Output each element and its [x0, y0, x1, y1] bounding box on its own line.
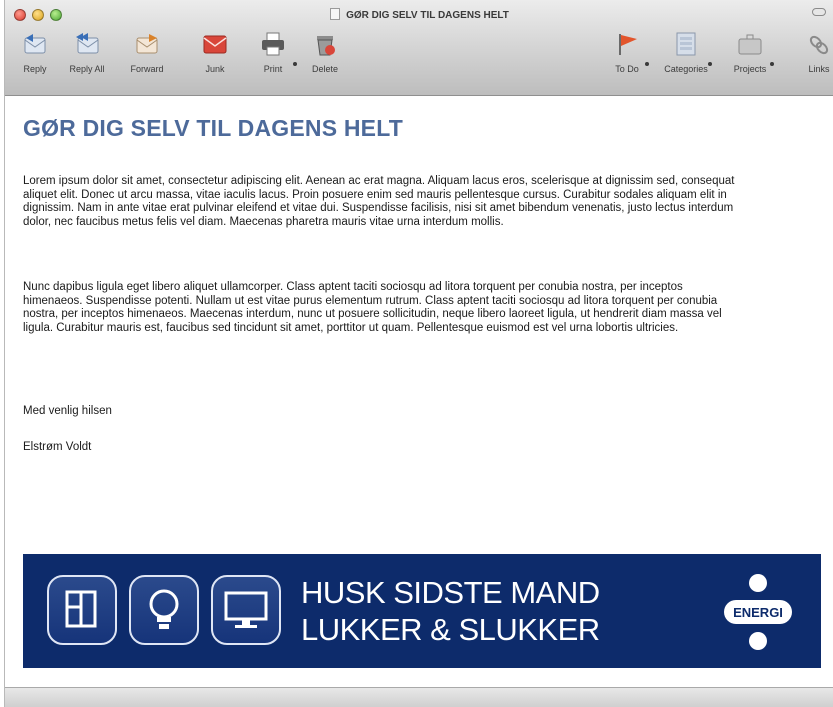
todo-label: To Do: [615, 64, 639, 74]
mail-window: GØR DIG SELV TIL DAGENS HELT Reply Reply…: [4, 0, 833, 707]
banner-slogan-line-1: HUSK SIDSTE MAND: [301, 575, 600, 610]
document-icon: [330, 8, 341, 20]
link-icon: [809, 35, 829, 55]
window-bottom-bar: [5, 687, 833, 707]
energi-logo-text: ENERGI: [733, 605, 783, 620]
links-label: Links: [808, 64, 830, 74]
message-greeting: Med venlig hilsen: [23, 405, 112, 417]
reply-all-icon: [76, 33, 99, 54]
categories-icon: [676, 32, 696, 56]
forward-label: Forward: [130, 64, 164, 74]
printer-icon: [262, 32, 284, 56]
forward-icon: [136, 34, 158, 54]
banner-slogan-line-2: LUKKER & SLUKKER: [301, 612, 600, 647]
delete-label: Delete: [311, 64, 338, 74]
print-button[interactable]: Print: [255, 30, 291, 84]
trash-icon: [317, 36, 335, 56]
junk-button[interactable]: Junk: [193, 30, 237, 84]
todo-dropdown-indicator[interactable]: [645, 62, 649, 66]
projects-label: Projects: [733, 64, 767, 74]
energi-logo: ENERGI: [724, 574, 792, 650]
briefcase-icon: [738, 34, 762, 55]
print-label: Print: [263, 64, 283, 74]
toolbar-toggle-button[interactable]: [812, 8, 826, 16]
energy-banner: HUSK SIDSTE MAND LUKKER & SLUKKER ENERGI: [23, 554, 821, 668]
message-body: GØR DIG SELV TIL DAGENS HELT Lorem ipsum…: [5, 97, 833, 687]
categories-label: Categories: [664, 64, 708, 74]
message-paragraph-1: Lorem ipsum dolor sit amet, consectetur …: [23, 175, 735, 228]
todo-button[interactable]: To Do: [605, 30, 649, 84]
monitor-icon: [211, 575, 281, 645]
window-title: GØR DIG SELV TIL DAGENS HELT: [346, 10, 509, 21]
window-icon: [47, 575, 117, 645]
junk-label: Junk: [205, 64, 225, 74]
junk-mail-icon: [203, 35, 227, 54]
reply-all-button[interactable]: Reply All: [61, 30, 113, 84]
reply-label: Reply: [23, 64, 47, 74]
window-toolbar: GØR DIG SELV TIL DAGENS HELT Reply Reply…: [5, 0, 833, 96]
reply-button[interactable]: Reply: [13, 30, 57, 84]
message-heading: GØR DIG SELV TIL DAGENS HELT: [23, 115, 404, 141]
categories-button[interactable]: Categories: [657, 30, 715, 84]
message-paragraph-2: Nunc dapibus ligula eget libero aliquet …: [23, 281, 722, 334]
projects-button[interactable]: Projects: [725, 30, 775, 84]
forward-button[interactable]: Forward: [121, 30, 173, 84]
links-button[interactable]: Links: [799, 30, 833, 84]
message-signature: Elstrøm Voldt: [23, 441, 92, 453]
projects-dropdown-indicator[interactable]: [770, 62, 774, 66]
delete-button[interactable]: Delete: [305, 30, 345, 84]
print-dropdown-indicator[interactable]: [293, 62, 297, 66]
flag-icon: [619, 34, 637, 55]
window-title-bar: GØR DIG SELV TIL DAGENS HELT: [5, 8, 833, 21]
reply-all-label: Reply All: [69, 64, 105, 74]
reply-icon: [24, 34, 46, 54]
categories-dropdown-indicator[interactable]: [708, 62, 712, 66]
lightbulb-icon: [129, 575, 199, 645]
banner-slogan: HUSK SIDSTE MAND LUKKER & SLUKKER: [301, 574, 600, 648]
